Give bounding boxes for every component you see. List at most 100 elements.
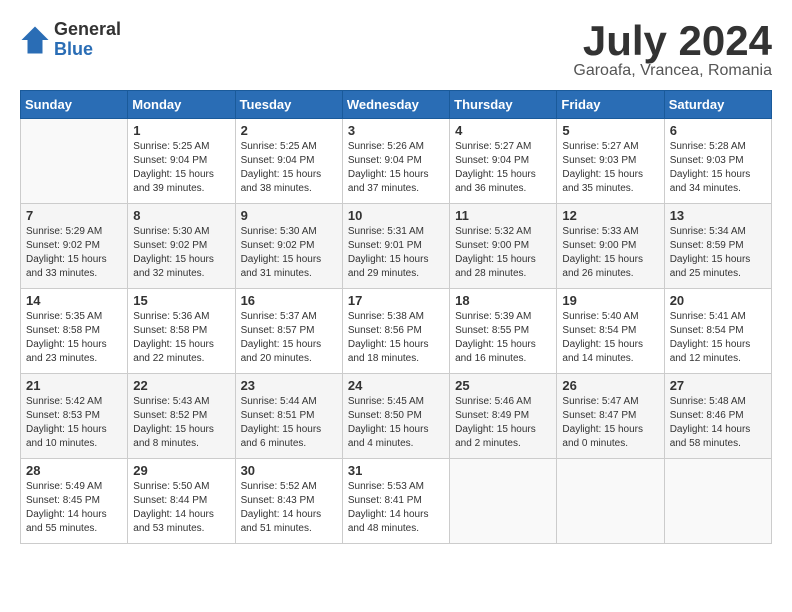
day-info: Sunrise: 5:39 AM Sunset: 8:55 PM Dayligh… xyxy=(455,310,551,366)
logo-icon xyxy=(20,25,50,55)
calendar-cell: 3 Sunrise: 5:26 AM Sunset: 9:04 PM Daylig… xyxy=(342,119,449,204)
day-number: 3 xyxy=(348,123,444,138)
day-number: 9 xyxy=(241,208,337,223)
calendar-cell: 5 Sunrise: 5:27 AM Sunset: 9:03 PM Daylig… xyxy=(557,119,664,204)
logo: General Blue xyxy=(20,20,121,60)
day-number: 31 xyxy=(348,463,444,478)
day-number: 22 xyxy=(133,378,229,393)
calendar-cell: 8Sunrise: 5:30 AM Sunset: 9:02 PM Daylig… xyxy=(128,204,235,289)
calendar-cell: 14 Sunrise: 5:35 AM Sunset: 8:58 PM Dayli… xyxy=(21,289,128,374)
calendar-cell: 24 Sunrise: 5:45 AM Sunset: 8:50 PM Dayli… xyxy=(342,374,449,459)
page-header: General Blue July 2024 Garoafa, Vrancea,… xyxy=(20,20,772,80)
day-info: Sunrise: 5:33 AM Sunset: 9:00 PM Dayligh… xyxy=(562,225,658,281)
day-info: Sunrise: 5:30 AM Sunset: 9:02 PM Dayligh… xyxy=(241,225,337,281)
day-info: Sunrise: 5:29 AM Sunset: 9:02 PM Dayligh… xyxy=(26,225,122,281)
day-number: 13 xyxy=(670,208,766,223)
calendar-cell: 23 Sunrise: 5:44 AM Sunset: 8:51 PM Dayli… xyxy=(235,374,342,459)
calendar-cell: 31Sunrise: 5:53 AM Sunset: 8:41 PM Dayli… xyxy=(342,459,449,544)
day-info: Sunrise: 5:41 AM Sunset: 8:54 PM Dayligh… xyxy=(670,310,766,366)
calendar-cell: 27 Sunrise: 5:48 AM Sunset: 8:46 PM Dayli… xyxy=(664,374,771,459)
calendar-cell: 26 Sunrise: 5:47 AM Sunset: 8:47 PM Dayli… xyxy=(557,374,664,459)
calendar-week-5: 28 Sunrise: 5:49 AM Sunset: 8:45 PM Dayli… xyxy=(21,459,772,544)
day-info: Sunrise: 5:30 AM Sunset: 9:02 PM Dayligh… xyxy=(133,225,229,281)
day-number: 23 xyxy=(241,378,337,393)
calendar-header: SundayMondayTuesdayWednesdayThursdayFrid… xyxy=(21,91,772,119)
col-header-sunday: Sunday xyxy=(21,91,128,119)
day-info: Sunrise: 5:27 AM Sunset: 9:03 PM Dayligh… xyxy=(562,140,658,196)
calendar-week-4: 21 Sunrise: 5:42 AM Sunset: 8:53 PM Dayli… xyxy=(21,374,772,459)
day-info: Sunrise: 5:52 AM Sunset: 8:43 PM Dayligh… xyxy=(241,480,337,536)
day-number: 12 xyxy=(562,208,658,223)
day-info: Sunrise: 5:36 AM Sunset: 8:58 PM Dayligh… xyxy=(133,310,229,366)
calendar-cell: 1 Sunrise: 5:25 AM Sunset: 9:04 PM Daylig… xyxy=(128,119,235,204)
calendar-cell: 25 Sunrise: 5:46 AM Sunset: 8:49 PM Dayli… xyxy=(450,374,557,459)
day-info: Sunrise: 5:34 AM Sunset: 8:59 PM Dayligh… xyxy=(670,225,766,281)
day-number: 29 xyxy=(133,463,229,478)
calendar-week-3: 14 Sunrise: 5:35 AM Sunset: 8:58 PM Dayli… xyxy=(21,289,772,374)
calendar-cell: 29 Sunrise: 5:50 AM Sunset: 8:44 PM Dayli… xyxy=(128,459,235,544)
day-number: 19 xyxy=(562,293,658,308)
calendar-cell: 2Sunrise: 5:25 AM Sunset: 9:04 PM Daylig… xyxy=(235,119,342,204)
month-title: July 2024 xyxy=(573,20,772,62)
day-info: Sunrise: 5:26 AM Sunset: 9:04 PM Dayligh… xyxy=(348,140,444,196)
title-block: July 2024 Garoafa, Vrancea, Romania xyxy=(573,20,772,80)
day-info: Sunrise: 5:46 AM Sunset: 8:49 PM Dayligh… xyxy=(455,395,551,451)
logo-blue: Blue xyxy=(54,40,121,60)
day-number: 5 xyxy=(562,123,658,138)
day-info: Sunrise: 5:25 AM Sunset: 9:04 PM Dayligh… xyxy=(133,140,229,196)
calendar-table: SundayMondayTuesdayWednesdayThursdayFrid… xyxy=(20,90,772,544)
day-info: Sunrise: 5:28 AM Sunset: 9:03 PM Dayligh… xyxy=(670,140,766,196)
day-info: Sunrise: 5:48 AM Sunset: 8:46 PM Dayligh… xyxy=(670,395,766,451)
calendar-body: 1 Sunrise: 5:25 AM Sunset: 9:04 PM Daylig… xyxy=(21,119,772,544)
calendar-cell: 30 Sunrise: 5:52 AM Sunset: 8:43 PM Dayli… xyxy=(235,459,342,544)
day-number: 28 xyxy=(26,463,122,478)
calendar-cell xyxy=(664,459,771,544)
day-number: 14 xyxy=(26,293,122,308)
day-info: Sunrise: 5:45 AM Sunset: 8:50 PM Dayligh… xyxy=(348,395,444,451)
day-number: 24 xyxy=(348,378,444,393)
calendar-cell: 10Sunrise: 5:31 AM Sunset: 9:01 PM Dayli… xyxy=(342,204,449,289)
calendar-week-2: 7 Sunrise: 5:29 AM Sunset: 9:02 PM Daylig… xyxy=(21,204,772,289)
day-number: 7 xyxy=(26,208,122,223)
calendar-cell: 6 Sunrise: 5:28 AM Sunset: 9:03 PM Daylig… xyxy=(664,119,771,204)
calendar-cell: 21 Sunrise: 5:42 AM Sunset: 8:53 PM Dayli… xyxy=(21,374,128,459)
day-number: 4 xyxy=(455,123,551,138)
col-header-saturday: Saturday xyxy=(664,91,771,119)
day-info: Sunrise: 5:35 AM Sunset: 8:58 PM Dayligh… xyxy=(26,310,122,366)
day-info: Sunrise: 5:44 AM Sunset: 8:51 PM Dayligh… xyxy=(241,395,337,451)
day-number: 15 xyxy=(133,293,229,308)
day-info: Sunrise: 5:25 AM Sunset: 9:04 PM Dayligh… xyxy=(241,140,337,196)
day-number: 27 xyxy=(670,378,766,393)
logo-text: General Blue xyxy=(54,20,121,60)
day-info: Sunrise: 5:32 AM Sunset: 9:00 PM Dayligh… xyxy=(455,225,551,281)
col-header-wednesday: Wednesday xyxy=(342,91,449,119)
calendar-cell: 13 Sunrise: 5:34 AM Sunset: 8:59 PM Dayli… xyxy=(664,204,771,289)
day-number: 6 xyxy=(670,123,766,138)
day-info: Sunrise: 5:47 AM Sunset: 8:47 PM Dayligh… xyxy=(562,395,658,451)
calendar-cell: 11Sunrise: 5:32 AM Sunset: 9:00 PM Dayli… xyxy=(450,204,557,289)
day-info: Sunrise: 5:38 AM Sunset: 8:56 PM Dayligh… xyxy=(348,310,444,366)
calendar-cell: 22Sunrise: 5:43 AM Sunset: 8:52 PM Dayli… xyxy=(128,374,235,459)
day-number: 30 xyxy=(241,463,337,478)
day-number: 21 xyxy=(26,378,122,393)
calendar-cell: 7 Sunrise: 5:29 AM Sunset: 9:02 PM Daylig… xyxy=(21,204,128,289)
calendar-cell: 17 Sunrise: 5:38 AM Sunset: 8:56 PM Dayli… xyxy=(342,289,449,374)
day-info: Sunrise: 5:50 AM Sunset: 8:44 PM Dayligh… xyxy=(133,480,229,536)
day-number: 26 xyxy=(562,378,658,393)
day-number: 25 xyxy=(455,378,551,393)
calendar-cell: 12 Sunrise: 5:33 AM Sunset: 9:00 PM Dayli… xyxy=(557,204,664,289)
calendar-cell: 4 Sunrise: 5:27 AM Sunset: 9:04 PM Daylig… xyxy=(450,119,557,204)
calendar-cell: 20Sunrise: 5:41 AM Sunset: 8:54 PM Dayli… xyxy=(664,289,771,374)
calendar-cell xyxy=(557,459,664,544)
location-subtitle: Garoafa, Vrancea, Romania xyxy=(573,62,772,80)
calendar-week-1: 1 Sunrise: 5:25 AM Sunset: 9:04 PM Daylig… xyxy=(21,119,772,204)
day-number: 1 xyxy=(133,123,229,138)
day-info: Sunrise: 5:31 AM Sunset: 9:01 PM Dayligh… xyxy=(348,225,444,281)
header-row: SundayMondayTuesdayWednesdayThursdayFrid… xyxy=(21,91,772,119)
day-info: Sunrise: 5:42 AM Sunset: 8:53 PM Dayligh… xyxy=(26,395,122,451)
day-info: Sunrise: 5:40 AM Sunset: 8:54 PM Dayligh… xyxy=(562,310,658,366)
day-info: Sunrise: 5:49 AM Sunset: 8:45 PM Dayligh… xyxy=(26,480,122,536)
col-header-tuesday: Tuesday xyxy=(235,91,342,119)
day-number: 17 xyxy=(348,293,444,308)
day-info: Sunrise: 5:27 AM Sunset: 9:04 PM Dayligh… xyxy=(455,140,551,196)
